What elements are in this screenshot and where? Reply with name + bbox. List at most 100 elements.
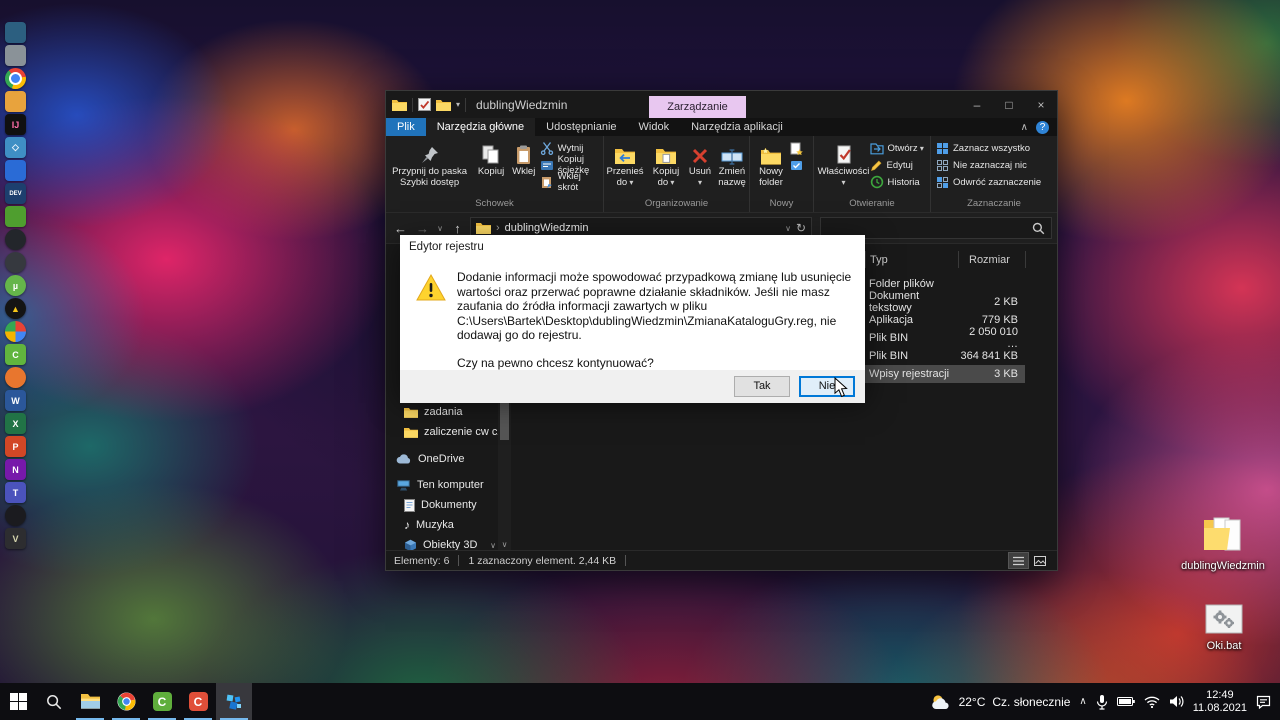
column-header-typ[interactable]: Typ [865, 251, 958, 268]
address-dropdown-icon[interactable]: ∨ [785, 224, 791, 233]
sidebar-item-muzyka[interactable]: ♪Muzyka [386, 515, 498, 535]
copy-button[interactable]: Kopiuj [474, 139, 508, 178]
details-view-button[interactable] [1009, 553, 1028, 568]
invert-selection-button[interactable]: Odwróć zaznaczenie [936, 175, 1052, 189]
paste-shortcut-button[interactable]: Wklej skrót [540, 175, 603, 189]
desktop-icon-blue-app[interactable] [5, 160, 26, 181]
minimize-button[interactable]: – [961, 91, 993, 118]
tray-overflow-icon[interactable]: ∧ [1079, 696, 1086, 707]
recent-locations-icon[interactable]: ∨ [435, 224, 445, 233]
customize-qat-dropdown-icon[interactable]: ▾ [456, 100, 460, 109]
properties-shortcut-icon[interactable] [418, 98, 431, 111]
desktop-icon-camtasia[interactable]: C [5, 344, 26, 365]
taskbar-registry-editor[interactable] [216, 683, 252, 720]
tab-plik[interactable]: Plik [386, 118, 426, 136]
select-all-button[interactable]: Zaznacz wszystko [936, 141, 1052, 155]
taskbar-red-c-app[interactable]: C [180, 683, 216, 720]
move-to-button[interactable]: Przenieś do [604, 139, 646, 188]
tab-narzedzia-aplikacji[interactable]: Narzędzia aplikacji [680, 118, 794, 136]
desktop-icon-recycle-bin[interactable] [5, 45, 26, 66]
help-icon[interactable]: ? [1036, 121, 1049, 134]
maximize-button[interactable]: □ [993, 91, 1025, 118]
move-to-icon [614, 139, 636, 167]
copy-to-button[interactable]: Kopiuj do [647, 139, 685, 188]
desktop-icon-orange-hand-app[interactable] [5, 367, 26, 388]
select-none-button[interactable]: Nie zaznaczaj nic [936, 158, 1052, 172]
sidebar-item-label: zaliczenie cw cz [424, 426, 503, 438]
collapse-ribbon-icon[interactable]: ∧ [1021, 122, 1028, 133]
desktop-icon-green-app[interactable] [5, 206, 26, 227]
tab-narzedzia-glowne[interactable]: Narzędzia główne [426, 118, 535, 136]
scroll-down-icon[interactable]: ∨ [498, 540, 511, 549]
breadcrumb-location[interactable]: dublingWiedzmin [505, 222, 589, 234]
desktop-icon-onenote[interactable]: N [5, 459, 26, 480]
action-center-icon[interactable] [1256, 695, 1271, 709]
taskbar-camtasia[interactable]: C [144, 683, 180, 720]
taskbar-search-button[interactable] [36, 683, 72, 720]
desktop-icon-dark-sphere-app[interactable] [5, 229, 26, 250]
properties-button[interactable]: Właściwości [819, 139, 869, 188]
desktop-icon-chrome[interactable] [5, 68, 26, 89]
sidebar-item-onedrive[interactable]: OneDrive [386, 449, 498, 469]
desktop-icon-virtualbox[interactable]: ◇ [5, 137, 26, 158]
new-item-button[interactable] [790, 141, 810, 155]
desktop-icon-teams[interactable]: T [5, 482, 26, 503]
tab-udostepnianie[interactable]: Udostępnianie [535, 118, 627, 136]
column-header-rozmiar[interactable]: Rozmiar [958, 251, 1025, 268]
battery-icon[interactable] [1117, 696, 1135, 707]
open-button[interactable]: Otwórz [870, 141, 926, 155]
thumbnails-view-button[interactable] [1030, 553, 1049, 568]
microphone-icon[interactable] [1096, 694, 1108, 710]
copy-path-button[interactable]: Kopiuj ścieżkę [540, 158, 603, 172]
desktop-icon-excel[interactable]: X [5, 413, 26, 434]
desktop-icon-word[interactable]: W [5, 390, 26, 411]
edit-button[interactable]: Edytuj [870, 158, 926, 172]
desktop-icon-oki-bat[interactable]: Oki.bat [1178, 604, 1270, 652]
close-button[interactable]: × [1025, 91, 1057, 118]
desktop-icon-intellij-idea[interactable]: IJ [5, 114, 26, 135]
sidebar-item-zaliczenie-cw-cz[interactable]: zaliczenie cw cz [386, 422, 498, 442]
volume-icon[interactable] [1169, 695, 1184, 708]
desktop-icon-paint-app[interactable] [5, 321, 26, 342]
back-icon[interactable]: ← [391, 221, 410, 236]
wifi-icon[interactable] [1144, 696, 1160, 708]
scrollbar-thumb[interactable] [500, 398, 509, 440]
up-icon[interactable]: ↑ [448, 221, 467, 236]
easy-access-button[interactable] [790, 158, 810, 172]
taskbar-chrome[interactable] [108, 683, 144, 720]
tab-widok[interactable]: Widok [628, 118, 681, 136]
sidebar-item-ten-komputer[interactable]: Ten komputer [386, 475, 498, 495]
chevron-down-icon[interactable]: ∨ [490, 541, 498, 550]
clock[interactable]: 12:49 11.08.2021 [1193, 689, 1247, 714]
delete-button[interactable]: Usuń [686, 139, 714, 188]
desktop-icon-game-app[interactable] [5, 505, 26, 526]
folder-icon[interactable] [392, 99, 407, 111]
desktop-icon-gta-v[interactable]: V [5, 528, 26, 549]
paste-button[interactable]: Wklej [509, 139, 539, 178]
cut-button[interactable]: Wytnij [540, 141, 603, 155]
pin-to-quick-access-button[interactable]: Przypnij do paskaSzybki dostęp [386, 139, 473, 188]
folder-icon[interactable] [436, 99, 451, 111]
forward-icon[interactable]: → [413, 221, 432, 236]
desktop-icon-discord[interactable] [5, 252, 26, 273]
new-folder-button[interactable]: Nowyfolder [753, 139, 789, 188]
taskbar-start-button[interactable] [0, 683, 36, 720]
sidebar-item-dokumenty[interactable]: Dokumenty [386, 495, 498, 515]
history-button[interactable]: Historia [870, 175, 926, 189]
desktop-icon-dev-cpp[interactable]: DEV [5, 183, 26, 204]
yes-button[interactable]: Tak [734, 376, 790, 397]
management-context-tab[interactable]: Zarządzanie [649, 96, 746, 118]
desktop-icon-hazard-app[interactable]: ▲ [5, 298, 26, 319]
desktop-icon-folder-orange[interactable] [5, 91, 26, 112]
registry-editor-dialog: Edytor rejestru Dodanie informacji może … [400, 235, 865, 395]
weather-widget[interactable]: 22°C Cz. słonecznie [930, 694, 1071, 710]
desktop-icon-utorrent[interactable]: µ [5, 275, 26, 296]
taskbar-file-explorer[interactable] [72, 683, 108, 720]
refresh-icon[interactable]: ↻ [796, 221, 806, 235]
desktop-icon-powerpoint[interactable]: P [5, 436, 26, 457]
rename-button[interactable]: Zmień nazwę [715, 139, 749, 188]
desktop-icon-this-pc[interactable] [5, 22, 26, 43]
desktop-icon-dublingwiedzmin[interactable]: dublingWiedzmin [1177, 514, 1269, 572]
sidebar-item-obiekty-3d[interactable]: Obiekty 3D∨ [386, 535, 498, 550]
sidebar-item-zadania[interactable]: zadania [386, 402, 498, 422]
